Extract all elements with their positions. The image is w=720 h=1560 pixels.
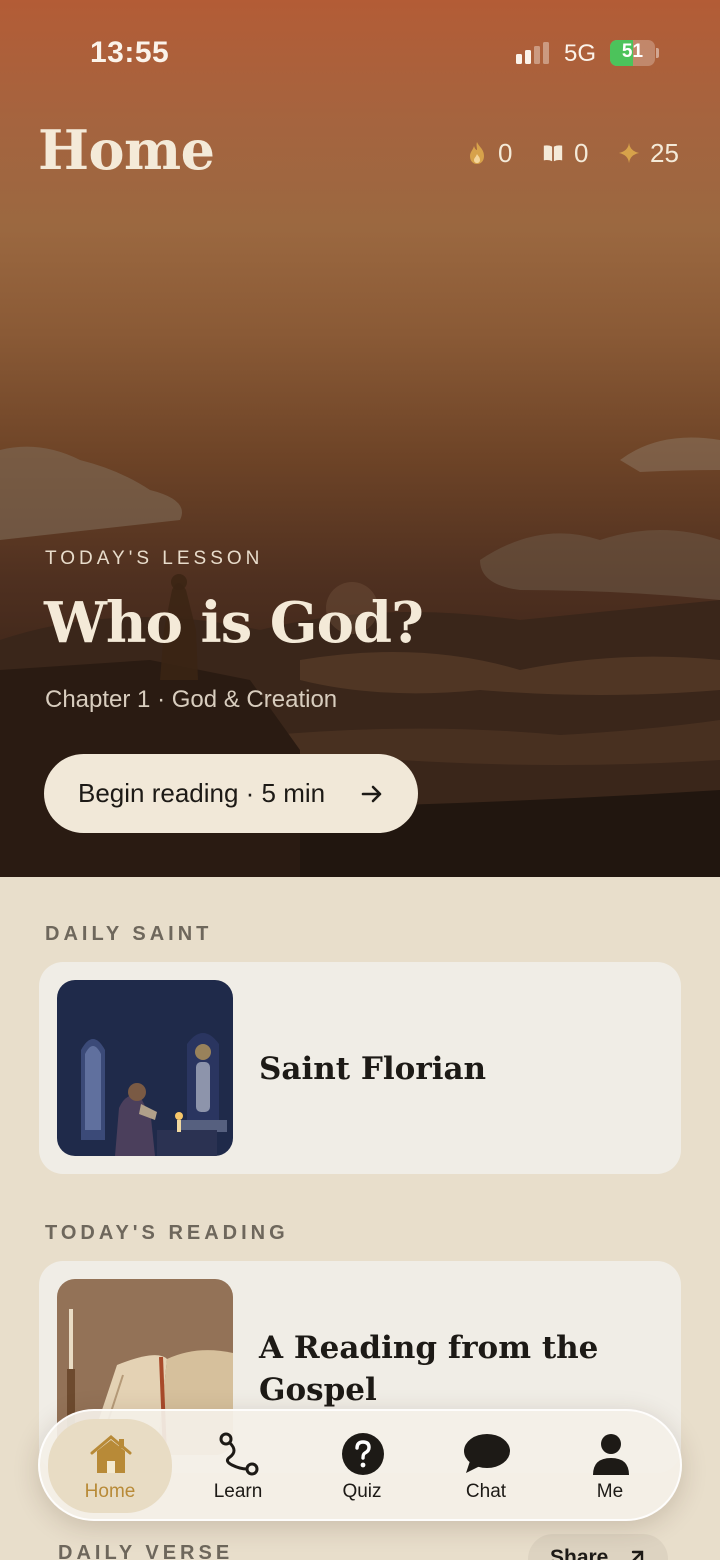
reading-title-line1: A Reading from the — [259, 1330, 599, 1366]
arrow-right-icon — [361, 785, 382, 803]
streak-count: 0 — [498, 137, 513, 168]
daily-saint-card[interactable]: Saint Florian — [39, 962, 681, 1174]
question-icon — [342, 1433, 384, 1475]
saint-image — [57, 980, 233, 1156]
stats-row: 0 0 25 — [466, 136, 686, 170]
cellular-signal-icon — [516, 42, 549, 64]
tab-learn-label: Learn — [213, 1481, 263, 1502]
lessons-stat[interactable]: 0 — [542, 136, 588, 170]
page-title: Home — [38, 118, 215, 182]
tab-learn[interactable]: Learn — [176, 1419, 300, 1513]
begin-reading-button[interactable]: Begin reading · 5 min — [44, 754, 418, 833]
lessons-count: 0 — [574, 137, 589, 168]
share-arrow-icon — [631, 1550, 644, 1560]
bottom-tab-bar: Home Learn Quiz Chat Me — [38, 1409, 682, 1521]
tab-me[interactable]: Me — [548, 1419, 672, 1513]
points-stat[interactable]: 25 — [618, 136, 679, 170]
begin-reading-label: Begin reading · 5 min — [78, 778, 326, 808]
path-icon — [219, 1432, 259, 1476]
tab-home-label: Home — [84, 1481, 136, 1502]
person-icon — [593, 1434, 629, 1475]
book-icon — [543, 145, 563, 162]
network-type: 5G — [564, 40, 597, 67]
tab-quiz-label: Quiz — [342, 1481, 382, 1502]
tab-chat[interactable]: Chat — [424, 1419, 548, 1513]
saint-name: Saint Florian — [259, 1051, 487, 1087]
daily-verse-label: DAILY VERSE — [58, 1542, 234, 1560]
tab-home[interactable]: Home — [48, 1419, 172, 1513]
status-bar: 13:55 5G 51 — [0, 0, 720, 106]
reading-title-line2: Gospel — [259, 1372, 377, 1408]
tab-me-label: Me — [596, 1481, 624, 1502]
points-count: 25 — [650, 137, 679, 168]
lesson-eyebrow: TODAY'S LESSON — [45, 548, 264, 569]
share-button[interactable]: Share — [528, 1534, 668, 1560]
share-label: Share — [550, 1546, 609, 1560]
battery-indicator: 51 — [610, 40, 659, 66]
hero-banner: 13:55 5G 51 Home 0 0 25 TODAY'S LESSON W… — [0, 0, 720, 877]
home-icon — [90, 1435, 132, 1473]
tab-quiz[interactable]: Quiz — [300, 1419, 424, 1513]
todays-reading-label: TODAY'S READING — [45, 1222, 289, 1244]
tab-chat-label: Chat — [465, 1481, 507, 1502]
battery-percent: 51 — [621, 41, 644, 62]
lesson-title: Who is God? — [44, 590, 424, 656]
reading-title: A Reading from the Gospel — [259, 1327, 598, 1411]
flame-icon — [470, 142, 484, 164]
chat-bubble-icon — [464, 1434, 510, 1473]
status-time: 13:55 — [90, 36, 170, 69]
sparkle-icon — [618, 142, 640, 164]
daily-saint-label: DAILY SAINT — [45, 923, 213, 945]
streak-stat[interactable]: 0 — [466, 136, 512, 170]
lesson-subtitle: Chapter 1 · God & Creation — [45, 686, 338, 713]
